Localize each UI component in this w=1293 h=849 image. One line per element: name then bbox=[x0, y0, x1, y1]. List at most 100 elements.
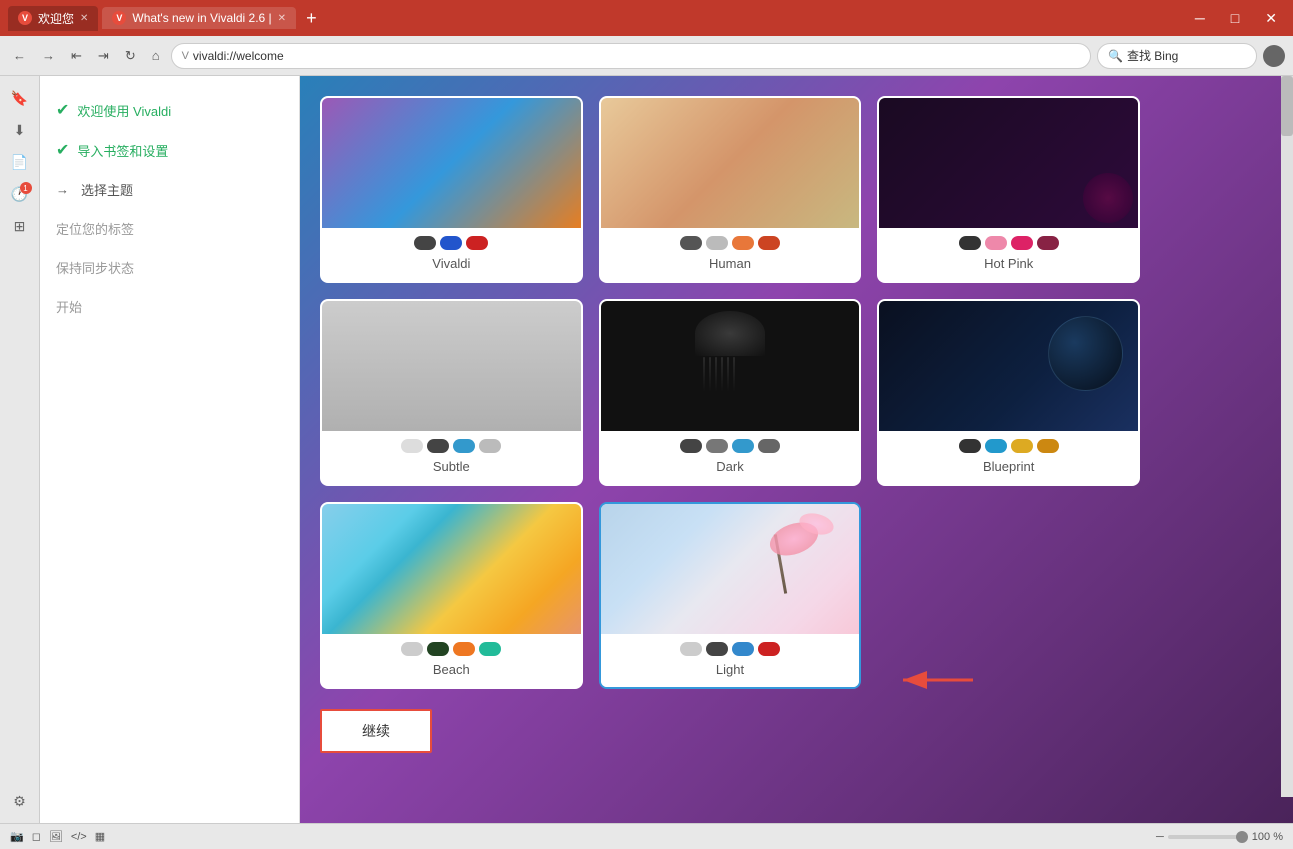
theme-preview-human bbox=[601, 98, 860, 228]
addressbar: ← → ⇤ ⇥ ↻ ⌂ V vivaldi://welcome 🔍 查找 Bin… bbox=[0, 36, 1293, 76]
content-area: Vivaldi Human Hot Pink Subtle bbox=[300, 76, 1293, 823]
arrow-annotation bbox=[893, 660, 983, 705]
scrollbar-thumb[interactable] bbox=[1281, 76, 1293, 136]
first-page-button[interactable]: ⇤ bbox=[66, 44, 87, 68]
step-sync-label: 保持同步状态 bbox=[56, 258, 134, 277]
statusbar-tile-icon[interactable]: ▦ bbox=[95, 830, 105, 843]
zoom-slider[interactable] bbox=[1168, 835, 1248, 839]
step-start-label: 开始 bbox=[56, 297, 82, 316]
theme-dot bbox=[453, 439, 475, 453]
address-bar[interactable]: V vivaldi://welcome bbox=[171, 43, 1091, 69]
step-theme[interactable]: 选择主题 bbox=[56, 176, 283, 203]
theme-name-hotpink: Hot Pink bbox=[984, 256, 1033, 271]
last-page-button[interactable]: ⇥ bbox=[93, 44, 114, 68]
theme-card-beach[interactable]: Beach bbox=[320, 502, 583, 689]
theme-dot bbox=[479, 439, 501, 453]
search-placeholder: 查找 Bing bbox=[1127, 47, 1178, 64]
theme-dot bbox=[732, 439, 754, 453]
home-button[interactable]: ⌂ bbox=[147, 44, 165, 67]
theme-dot bbox=[1011, 236, 1033, 250]
theme-dot bbox=[680, 236, 702, 250]
theme-card-hotpink[interactable]: Hot Pink bbox=[877, 96, 1140, 283]
sidebar-icon-notes[interactable]: 📄 bbox=[6, 148, 34, 176]
sidebar-icon-bookmark[interactable]: 🔖 bbox=[6, 84, 34, 112]
theme-dot bbox=[680, 439, 702, 453]
theme-card-blueprint[interactable]: Blueprint bbox=[877, 299, 1140, 486]
continue-row: 继续 bbox=[320, 709, 1273, 753]
theme-dot bbox=[1037, 236, 1059, 250]
sidebar-icon-history[interactable]: 🕐 1 bbox=[6, 180, 34, 208]
theme-dot bbox=[732, 236, 754, 250]
theme-dot bbox=[401, 439, 423, 453]
theme-card-subtle[interactable]: Subtle bbox=[320, 299, 583, 486]
step-welcome-label: 欢迎使用 Vivaldi bbox=[77, 101, 171, 120]
close-button[interactable]: ✕ bbox=[1257, 8, 1285, 29]
step-import[interactable]: ✔ 导入书签和设置 bbox=[56, 136, 283, 164]
theme-name-subtle: Subtle bbox=[433, 459, 470, 474]
statusbar-code-icon[interactable]: </> bbox=[71, 831, 87, 843]
continue-button[interactable]: 继续 bbox=[320, 709, 432, 753]
step-tabs-label: 定位您的标签 bbox=[56, 219, 134, 238]
tab-whats-new[interactable]: V What's new in Vivaldi 2.6 | ✕ bbox=[102, 7, 296, 29]
step-welcome[interactable]: ✔ 欢迎使用 Vivaldi bbox=[56, 96, 283, 124]
tab-whats-new-favicon: V bbox=[112, 11, 126, 25]
theme-dot bbox=[466, 236, 488, 250]
step-sync[interactable]: 保持同步状态 bbox=[56, 254, 283, 281]
theme-dot bbox=[985, 439, 1007, 453]
theme-dot bbox=[680, 642, 702, 656]
theme-dot bbox=[732, 642, 754, 656]
tab-welcome-close[interactable]: ✕ bbox=[80, 13, 88, 24]
step-start[interactable]: 开始 bbox=[56, 293, 283, 320]
tab-welcome[interactable]: V 欢迎您 ✕ bbox=[8, 6, 98, 31]
sidebar-icon-panel: 🔖 ⬇ 📄 🕐 1 ⊞ ⚙ bbox=[0, 76, 40, 823]
address-vivaldi-icon: V bbox=[182, 50, 189, 62]
zoom-out-button[interactable]: ─ bbox=[1156, 831, 1164, 843]
step-tabs[interactable]: 定位您的标签 bbox=[56, 215, 283, 242]
user-avatar[interactable] bbox=[1263, 45, 1285, 67]
theme-card-human[interactable]: Human bbox=[599, 96, 862, 283]
statusbar-left: 📷 ◻ 🖼 </> ▦ bbox=[10, 830, 105, 843]
statusbar-screenshot-icon[interactable]: 📷 bbox=[10, 830, 24, 843]
sidebar-icon-download[interactable]: ⬇ bbox=[6, 116, 34, 144]
theme-preview-subtle bbox=[322, 301, 581, 431]
theme-dots-subtle bbox=[401, 439, 501, 453]
forward-button[interactable]: → bbox=[37, 44, 60, 67]
sidebar-icon-settings[interactable]: ⚙ bbox=[6, 787, 34, 815]
statusbar-window-icon[interactable]: ◻ bbox=[32, 830, 41, 843]
reload-button[interactable]: ↻ bbox=[120, 44, 141, 68]
scrollbar-track[interactable] bbox=[1281, 76, 1293, 797]
theme-dot bbox=[440, 236, 462, 250]
theme-dot bbox=[453, 642, 475, 656]
address-text: vivaldi://welcome bbox=[193, 49, 284, 63]
theme-dot bbox=[479, 642, 501, 656]
add-tab-button[interactable]: + bbox=[300, 8, 323, 29]
step-import-check: ✔ bbox=[56, 140, 69, 160]
statusbar-image-icon[interactable]: 🖼 bbox=[49, 830, 63, 843]
theme-name-dark: Dark bbox=[716, 459, 743, 474]
theme-card-dark[interactable]: Dark bbox=[599, 299, 862, 486]
theme-card-vivaldi[interactable]: Vivaldi bbox=[320, 96, 583, 283]
theme-dot bbox=[706, 439, 728, 453]
theme-dots-human bbox=[680, 236, 780, 250]
theme-preview-blueprint bbox=[879, 301, 1138, 431]
theme-dots-dark bbox=[680, 439, 780, 453]
titlebar: V 欢迎您 ✕ V What's new in Vivaldi 2.6 | ✕ … bbox=[0, 0, 1293, 36]
search-box[interactable]: 🔍 查找 Bing bbox=[1097, 43, 1257, 69]
back-button[interactable]: ← bbox=[8, 44, 31, 67]
theme-bottom-hotpink: Hot Pink bbox=[879, 228, 1138, 281]
theme-dot bbox=[758, 439, 780, 453]
step-welcome-check: ✔ bbox=[56, 100, 69, 120]
theme-dot bbox=[959, 236, 981, 250]
theme-bottom-subtle: Subtle bbox=[322, 431, 581, 484]
setup-steps-panel: ✔ 欢迎使用 Vivaldi ✔ 导入书签和设置 选择主题 定位您的标签 保持同… bbox=[40, 76, 300, 823]
maximize-button[interactable]: □ bbox=[1223, 8, 1247, 28]
tab-whats-new-label: What's new in Vivaldi 2.6 | bbox=[132, 11, 271, 25]
minimize-button[interactable]: ─ bbox=[1187, 8, 1213, 28]
zoom-label: 100 % bbox=[1252, 831, 1283, 843]
tab-welcome-favicon: V bbox=[18, 11, 32, 25]
theme-dot bbox=[1037, 439, 1059, 453]
sidebar-icon-extensions[interactable]: ⊞ bbox=[6, 212, 34, 240]
theme-card-light[interactable]: Light bbox=[599, 502, 862, 689]
theme-dot bbox=[401, 642, 423, 656]
tab-whats-new-close[interactable]: ✕ bbox=[278, 13, 286, 24]
